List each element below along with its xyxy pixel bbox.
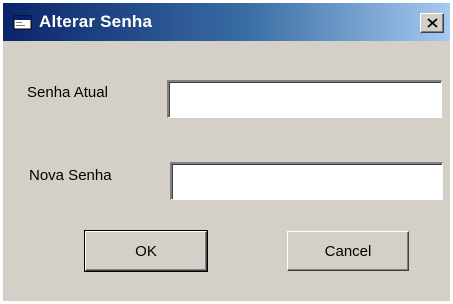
current-password-input[interactable] [167, 80, 442, 118]
new-password-input[interactable] [170, 162, 443, 200]
cancel-button[interactable]: Cancel [287, 231, 409, 271]
current-password-label: Senha Atual [27, 84, 108, 101]
new-password-label: Nova Senha [29, 167, 112, 184]
close-button[interactable] [420, 13, 444, 33]
close-icon [427, 18, 438, 28]
title-bar[interactable]: Alterar Senha [3, 3, 450, 41]
window-title: Alterar Senha [39, 12, 153, 31]
dialog-body: Senha Atual Nova Senha OK Cancel [3, 41, 450, 301]
alterar-senha-dialog: Alterar Senha Senha Atual Nova Senha OK … [0, 0, 453, 304]
ok-button[interactable]: OK [84, 230, 208, 272]
window-app-icon [13, 15, 33, 31]
